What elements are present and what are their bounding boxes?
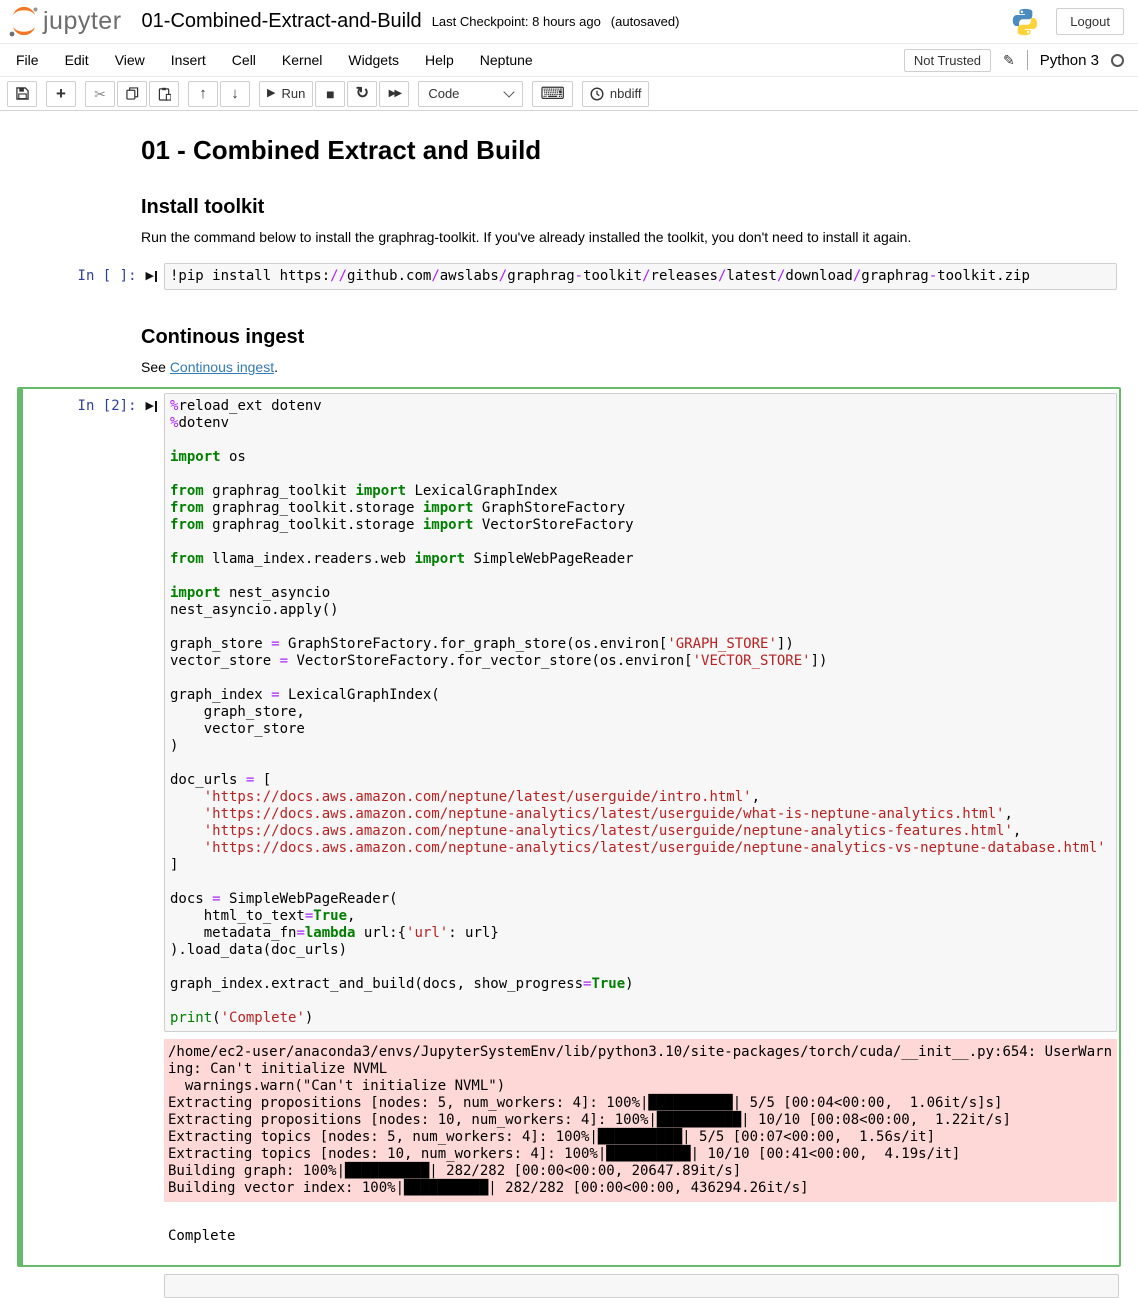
install-toolkit-heading: Install toolkit bbox=[141, 196, 265, 218]
stdout-output: Complete bbox=[168, 1228, 236, 1244]
plus-icon: + bbox=[56, 84, 66, 103]
insert-cell-button[interactable]: + bbox=[46, 80, 76, 107]
restart-kernel-button[interactable]: ↻ bbox=[347, 80, 378, 107]
cut-cell-button[interactable]: ✂ bbox=[85, 80, 115, 107]
nbdiff-label: nbdiff bbox=[609, 86, 642, 101]
jupyter-logo[interactable]: jupyter bbox=[8, 5, 122, 39]
cell-type-dropdown[interactable]: Code bbox=[418, 80, 524, 107]
command-palette-button[interactable]: ⌨ bbox=[532, 80, 573, 107]
arrow-up-icon: ↑ bbox=[199, 85, 207, 102]
copy-icon bbox=[125, 87, 138, 100]
play-icon: ▶ bbox=[267, 87, 276, 99]
menu-bar: File Edit View Insert Cell Kernel Widget… bbox=[0, 44, 1138, 77]
input-prompt: In [2]: bbox=[77, 398, 137, 414]
cell-type-selected: Code bbox=[428, 86, 460, 101]
kernel-idle-icon bbox=[1111, 53, 1124, 67]
markdown-cell-install[interactable]: Install toolkit Run the command below to… bbox=[141, 196, 1118, 245]
chevron-down-icon bbox=[503, 85, 515, 98]
menu-widgets[interactable]: Widgets bbox=[335, 46, 412, 74]
menu-insert[interactable]: Insert bbox=[158, 46, 219, 74]
continous-ingest-link[interactable]: Continous ingest bbox=[170, 359, 274, 375]
install-toolkit-text: Run the command below to install the gra… bbox=[141, 229, 912, 245]
menu-neptune[interactable]: Neptune bbox=[467, 46, 546, 74]
run-cell-marker-icon[interactable]: ▶ bbox=[146, 401, 157, 412]
output-prompt-spacer bbox=[23, 1032, 164, 1037]
run-button-label: Run bbox=[281, 86, 306, 101]
logout-button[interactable]: Logout bbox=[1056, 8, 1124, 35]
continous-ingest-heading: Continous ingest bbox=[141, 326, 305, 348]
menu-view[interactable]: View bbox=[102, 46, 158, 74]
app-header: jupyter 01-Combined-Extract-and-Build La… bbox=[0, 0, 1138, 44]
notebook-toolbar: + ✂ ↑ ↓ ▶ Run ■ ↻ ▶▶ Code ⌨ nbdiff bbox=[0, 77, 1138, 111]
ingest-text-suffix: . bbox=[274, 359, 278, 375]
fast-forward-icon: ▶▶ bbox=[388, 87, 402, 99]
stderr-output: /home/ec2-user/anaconda3/envs/JupyterSys… bbox=[164, 1039, 1117, 1202]
page-title: 01 - Combined Extract and Build bbox=[141, 135, 542, 165]
arrow-down-icon: ↓ bbox=[231, 85, 239, 102]
divider bbox=[1026, 50, 1028, 70]
scissors-icon: ✂ bbox=[94, 85, 106, 102]
keyboard-icon: ⌨ bbox=[540, 84, 565, 103]
menu-kernel[interactable]: Kernel bbox=[269, 46, 335, 74]
menu-edit[interactable]: Edit bbox=[52, 46, 102, 74]
notebook-title[interactable]: 01-Combined-Extract-and-Build bbox=[142, 10, 422, 33]
restart-icon: ↻ bbox=[355, 84, 370, 102]
code-cell-pip-install[interactable]: In [ ]: ▶ !pip install https://github.co… bbox=[17, 257, 1121, 296]
move-cell-down-button[interactable]: ↓ bbox=[220, 80, 250, 107]
code-editor[interactable]: !pip install https://github.com/awslabs/… bbox=[164, 263, 1117, 290]
autosave-status: (autosaved) bbox=[610, 14, 680, 29]
copy-cell-button[interactable] bbox=[117, 80, 147, 107]
run-cell-marker-icon[interactable]: ▶ bbox=[146, 271, 157, 282]
checkpoint-status: Last Checkpoint: 8 hours ago bbox=[431, 14, 601, 29]
nbdiff-button[interactable]: nbdiff bbox=[581, 80, 650, 107]
output-prompt-spacer bbox=[23, 1216, 164, 1221]
code-editor[interactable]: %reload_ext dotenv %dotenv import os from… bbox=[164, 393, 1117, 1032]
markdown-cell-title[interactable]: 01 - Combined Extract and Build bbox=[141, 135, 1118, 166]
jupyter-logo-icon bbox=[9, 6, 38, 36]
save-icon bbox=[15, 87, 29, 100]
run-button[interactable]: ▶ Run bbox=[259, 80, 314, 107]
interrupt-kernel-button[interactable]: ■ bbox=[315, 80, 346, 107]
kernel-name: Python 3 bbox=[1039, 51, 1099, 69]
menu-help[interactable]: Help bbox=[412, 46, 467, 74]
ingest-text-prefix: See bbox=[141, 359, 170, 375]
jupyter-logo-text: jupyter bbox=[43, 7, 122, 35]
save-button[interactable] bbox=[7, 80, 37, 107]
input-prompt: In [ ]: bbox=[77, 268, 137, 284]
next-code-cell-partial[interactable] bbox=[164, 1274, 1119, 1298]
clock-icon bbox=[590, 86, 604, 101]
restart-run-all-button[interactable]: ▶▶ bbox=[379, 80, 410, 107]
paste-icon bbox=[158, 87, 171, 101]
notebook-area: 01 - Combined Extract and Build Install … bbox=[0, 111, 1138, 1298]
python-logo-icon bbox=[1013, 8, 1038, 35]
edit-mode-pencil-icon: ✎ bbox=[1003, 52, 1015, 68]
trust-status-badge[interactable]: Not Trusted bbox=[903, 48, 992, 72]
move-cell-up-button[interactable]: ↑ bbox=[188, 80, 218, 107]
markdown-cell-ingest[interactable]: Continous ingest See Continous ingest. bbox=[141, 326, 1118, 375]
paste-cell-button[interactable] bbox=[149, 80, 179, 107]
code-cell-extract-and-build[interactable]: In [2]: ▶ %reload_ext dotenv %dotenv impo… bbox=[17, 387, 1121, 1267]
stop-icon: ■ bbox=[326, 85, 335, 102]
menu-cell[interactable]: Cell bbox=[219, 46, 269, 74]
menu-file[interactable]: File bbox=[3, 46, 52, 74]
